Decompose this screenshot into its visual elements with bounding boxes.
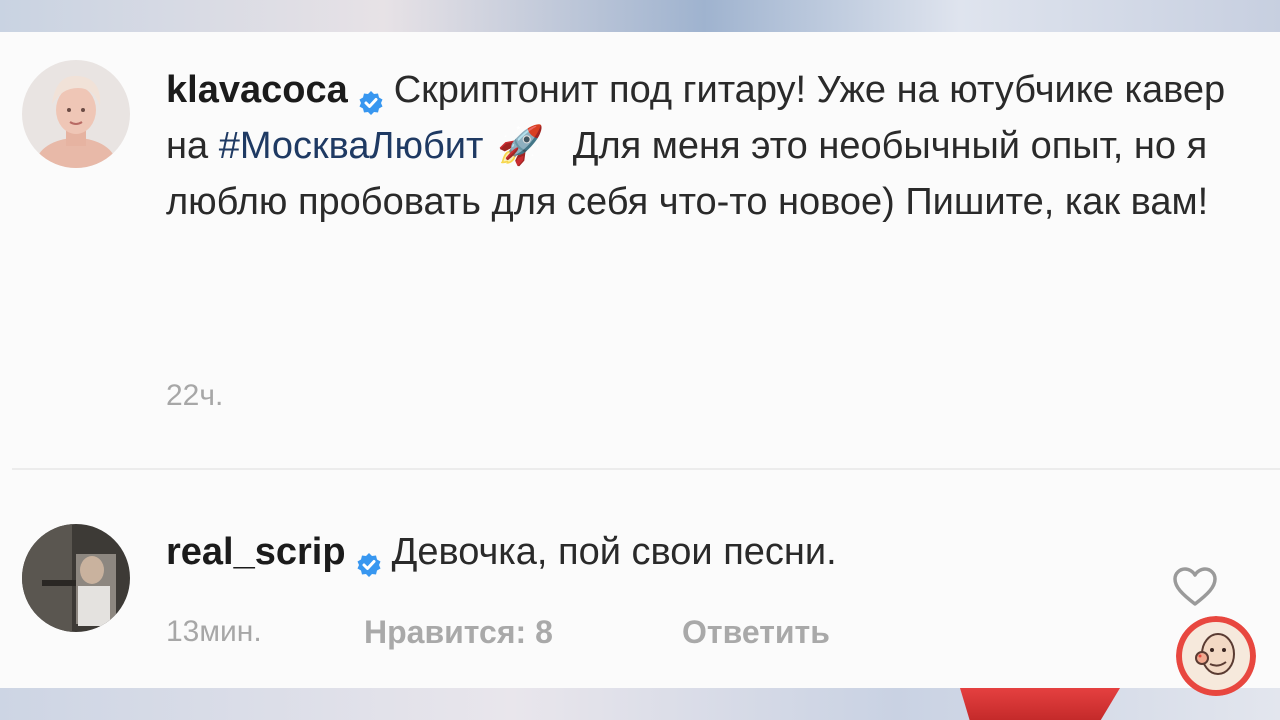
comment-1-time: 22ч. (166, 379, 224, 412)
verified-badge-icon (358, 76, 384, 115)
reply-button[interactable]: Ответить (682, 614, 830, 650)
comment-2-text: Девочка, пой свои песни. (391, 531, 837, 573)
verified-badge-icon (356, 538, 382, 577)
rocket-emoji-icon: 🚀 (497, 125, 545, 167)
avatar-klavacoca[interactable] (22, 60, 130, 168)
comment-1-body: klavacoca Скриптонит под гитару! Уже на ю… (166, 62, 1226, 230)
comment-2-time: 13мин. (166, 615, 262, 648)
comment-2-username[interactable]: real_scrip (166, 531, 346, 573)
comment-1-username[interactable]: klavacoca (166, 69, 348, 111)
comment-2-body: real_scrip Девочка, пой свои песни. (166, 524, 1146, 580)
comment-2-likes[interactable]: Нравится: 8 (364, 614, 553, 650)
avatar-real-scrip[interactable] (22, 524, 130, 632)
background-red-shape (960, 688, 1120, 720)
comment-divider (12, 468, 1280, 470)
comment-1-hashtag[interactable]: #МоскваЛюбит (219, 125, 484, 167)
heart-icon[interactable] (1172, 566, 1218, 608)
channel-watermark-logo (1176, 616, 1256, 696)
background-top (0, 0, 1280, 32)
